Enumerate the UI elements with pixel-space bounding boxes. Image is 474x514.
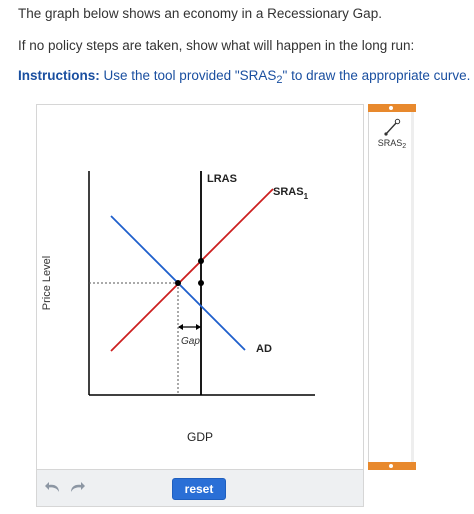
equilibrium-point [175, 280, 181, 286]
lras-label: LRAS [207, 173, 237, 185]
tool-palette-top-bar[interactable] [368, 104, 416, 112]
x-axis-label: GDP [187, 430, 213, 444]
instructions-label: Instructions: [18, 68, 100, 83]
tool-label-text: SRAS [377, 138, 403, 148]
y-axis-label: Price Level [41, 256, 53, 310]
tool-palette-bottom-bar[interactable] [368, 462, 416, 470]
undo-icon[interactable] [44, 480, 62, 494]
grip-icon [389, 106, 393, 110]
graph-panel[interactable]: Price Level LRAS SRAS1 AD Gap GDP [36, 104, 364, 470]
instructions-text-post: " to draw the appropriate curve. [282, 68, 471, 83]
gap-label: Gap [181, 336, 200, 347]
tool-palette-scroll [411, 112, 414, 462]
sras1-label: SRAS1 [273, 186, 309, 201]
sras2-tool-label: SRAS2 [371, 138, 413, 150]
graph-canvas[interactable]: Price Level LRAS SRAS1 AD Gap GDP [37, 105, 363, 469]
gap-arrow-head-left [178, 324, 183, 330]
sras2-tool-button[interactable]: SRAS2 [371, 115, 413, 150]
tool-palette: SRAS2 [368, 104, 416, 470]
question-line-1: The graph below shows an economy in a Re… [18, 6, 382, 21]
tool-label-sub: 2 [402, 143, 407, 150]
sras1-label-text: SRAS [273, 186, 304, 198]
ad-label: AD [256, 343, 272, 355]
question-line-2: If no policy steps are taken, show what … [18, 38, 415, 53]
sras-lras-point [198, 258, 204, 264]
reset-button[interactable]: reset [172, 478, 226, 500]
instructions-line: Instructions: Use the tool provided "SRA… [18, 68, 471, 86]
sras1-label-sub: 1 [304, 192, 309, 201]
redo-icon[interactable] [68, 480, 86, 494]
instructions-text-pre: Use the tool provided "SRAS [99, 68, 277, 83]
ad-lras-point [198, 280, 204, 286]
line-tool-icon [384, 118, 401, 136]
grip-icon [389, 464, 393, 468]
